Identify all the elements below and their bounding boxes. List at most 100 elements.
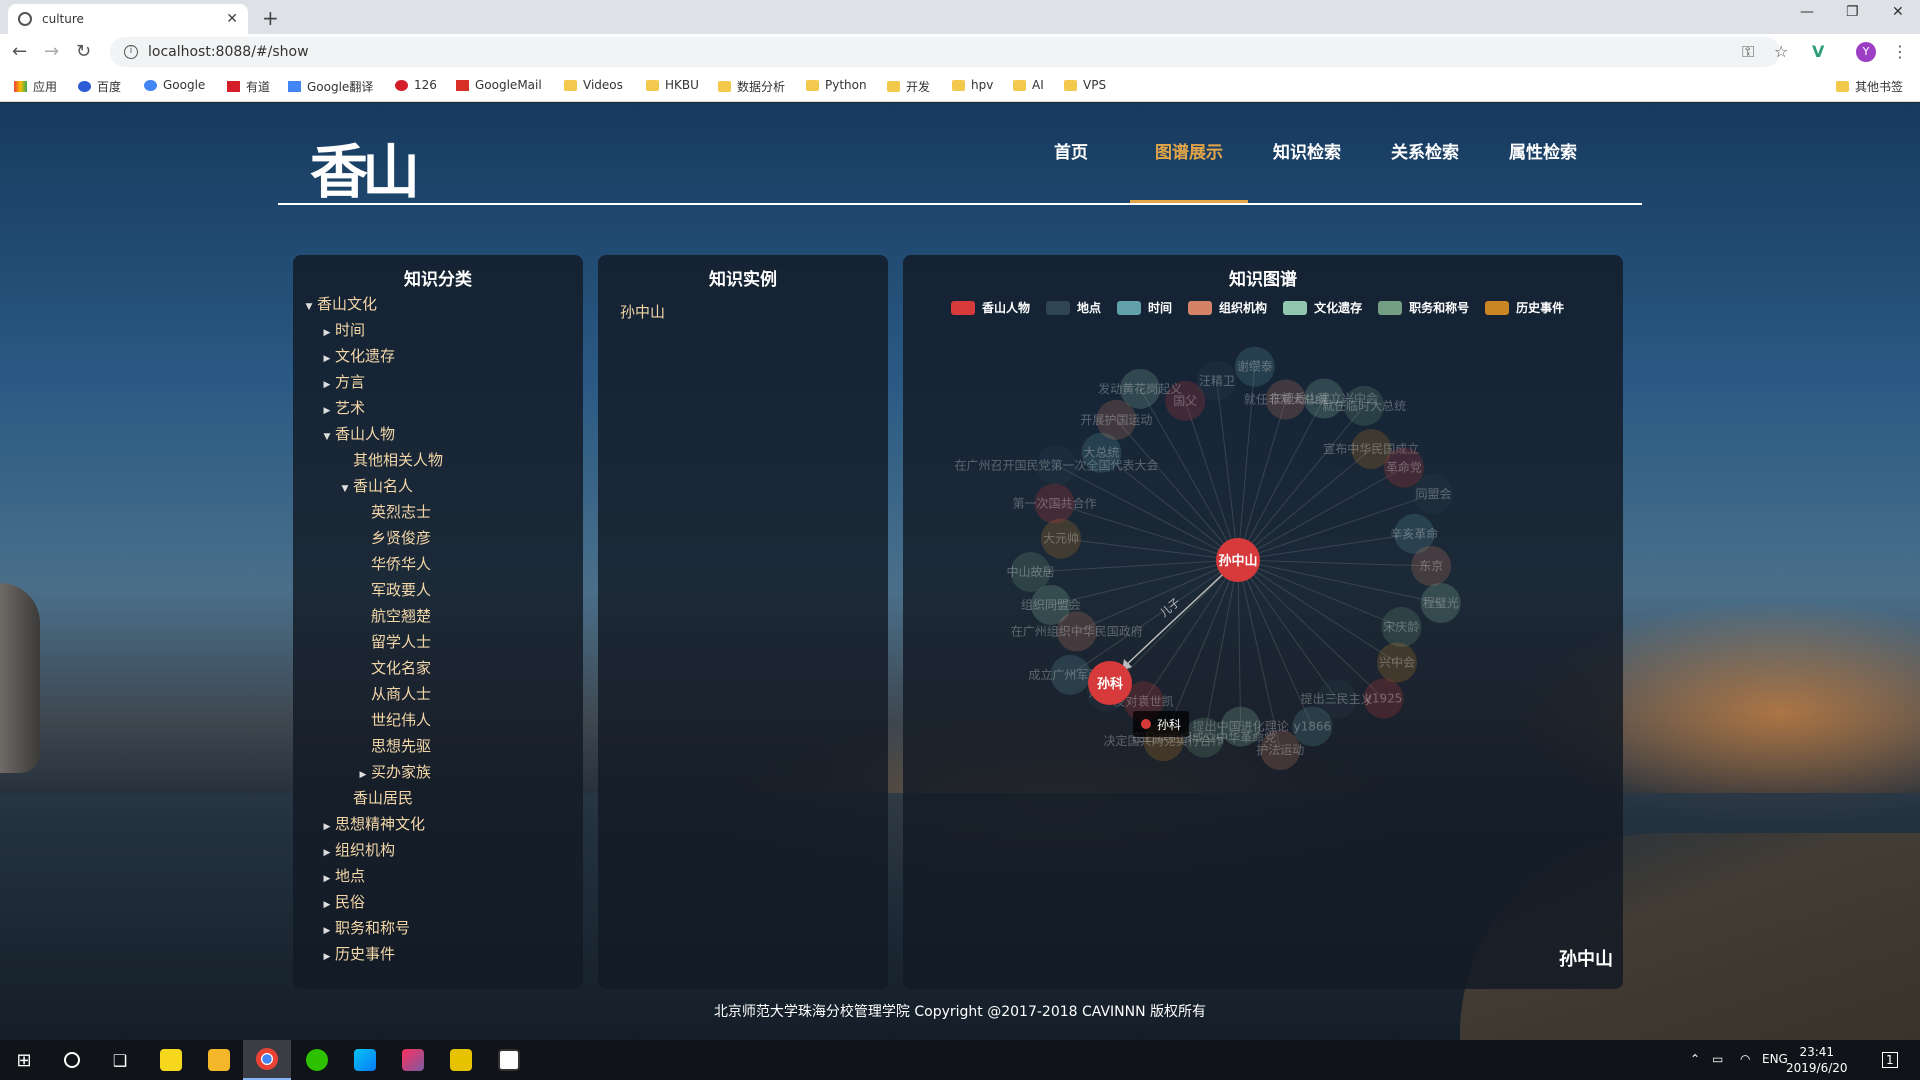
tree-node[interactable]: 军政要人 xyxy=(301,577,443,603)
bookmark-googlemail[interactable]: GoogleMail xyxy=(456,78,542,92)
legend-label: 文化遗存 xyxy=(1314,301,1363,315)
gmail-icon xyxy=(456,79,469,91)
legend-item[interactable]: 历史事件 xyxy=(1485,299,1564,316)
bookmark-ai[interactable]: AI xyxy=(1013,78,1044,92)
bookmark-data-analysis[interactable]: 数据分析 xyxy=(718,78,785,95)
nav-home[interactable]: 首页 xyxy=(1012,103,1130,203)
start-button[interactable]: ⊞ xyxy=(0,1040,48,1080)
bookmark-apps[interactable]: 应用 xyxy=(14,78,57,95)
taskbar-app[interactable] xyxy=(437,1040,485,1080)
menu-icon[interactable]: ⋮ xyxy=(1892,42,1908,61)
bookmark-google[interactable]: Google xyxy=(144,78,205,92)
tray-chevron-icon[interactable]: ⌃ xyxy=(1690,1052,1700,1066)
taskbar-photos[interactable] xyxy=(485,1040,533,1080)
bookmark-youdao[interactable]: 有道 xyxy=(227,78,270,95)
bookmark-videos[interactable]: Videos xyxy=(564,78,623,92)
notification-button[interactable]: 1 xyxy=(1882,1052,1898,1068)
address-bar[interactable]: i localhost:8088/#/show xyxy=(110,37,1780,67)
tree-node[interactable]: ▶ 历史事件 xyxy=(301,941,443,967)
tree-node[interactable]: ▶ 地点 xyxy=(301,863,443,889)
bookmark-other[interactable]: 其他书签 xyxy=(1836,78,1903,95)
back-button[interactable]: ← xyxy=(12,41,27,62)
nav-relation-search[interactable]: 关系检索 xyxy=(1366,103,1484,203)
system-clock[interactable]: 23:41 2019/6/20 xyxy=(1786,1044,1848,1076)
new-tab-button[interactable]: + xyxy=(262,6,279,30)
nav-graph[interactable]: 图谱展示 xyxy=(1130,103,1248,203)
tree-node-label: 艺术 xyxy=(335,399,366,417)
tree-node[interactable]: ▶ 方言 xyxy=(301,369,443,395)
taskbar-wechat[interactable] xyxy=(293,1040,341,1080)
tree-node[interactable]: 文化名家 xyxy=(301,655,443,681)
nav-knowledge-search[interactable]: 知识检索 xyxy=(1248,103,1366,203)
tree-node-label: 方言 xyxy=(335,373,366,391)
knowledge-graph[interactable]: 国父汪精卫谢缵泰就任非常大总统在檀香山建立兴中会就任临时大总统宣布中华民国成立革… xyxy=(903,345,1623,945)
tree-node[interactable]: 华侨华人 xyxy=(301,551,443,577)
bookmark-dev[interactable]: 开发 xyxy=(887,78,930,95)
ime-indicator[interactable]: ENG xyxy=(1762,1052,1788,1066)
vue-devtools-icon[interactable]: V xyxy=(1812,42,1824,61)
tree-node[interactable]: 乡贤俊彦 xyxy=(301,525,443,551)
taskbar-intellij[interactable] xyxy=(389,1040,437,1080)
bookmark-hkbu[interactable]: HKBU xyxy=(646,78,699,92)
tree-node[interactable]: ▶ 时间 xyxy=(301,317,443,343)
avatar[interactable]: Y xyxy=(1856,42,1876,62)
minimize-button[interactable]: — xyxy=(1800,4,1814,20)
reload-button[interactable]: ↻ xyxy=(76,41,91,62)
bookmark-hpv[interactable]: hpv xyxy=(952,78,993,92)
taskbar-explorer[interactable] xyxy=(195,1040,243,1080)
tree-node[interactable]: 思想先驱 xyxy=(301,733,443,759)
legend-item[interactable]: 组织机构 xyxy=(1188,299,1267,316)
tree-node[interactable]: ▼ 香山名人 xyxy=(301,473,443,499)
close-window-button[interactable]: ✕ xyxy=(1892,4,1904,20)
tree-node[interactable]: ▶ 思想精神文化 xyxy=(301,811,443,837)
tree-node[interactable]: 其他相关人物 xyxy=(301,447,443,473)
bookmark-126[interactable]: 126 xyxy=(395,78,437,92)
tree-node[interactable]: ▼ 香山文化 xyxy=(301,291,443,317)
tree-node[interactable]: 世纪伟人 xyxy=(301,707,443,733)
battery-icon[interactable]: ▭ xyxy=(1712,1052,1723,1066)
tree-node[interactable]: 留学人士 xyxy=(301,629,443,655)
wifi-icon[interactable]: ◠ xyxy=(1740,1052,1750,1066)
legend-item[interactable]: 职务和称号 xyxy=(1378,299,1469,316)
taskbar-sticky-notes[interactable] xyxy=(147,1040,195,1080)
tree-node[interactable]: 航空翘楚 xyxy=(301,603,443,629)
tree-node[interactable]: ▶ 买办家族 xyxy=(301,759,443,785)
tree-node[interactable]: ▼ 香山人物 xyxy=(301,421,443,447)
legend-item[interactable]: 时间 xyxy=(1117,299,1172,316)
tree-node[interactable]: ▶ 文化遗存 xyxy=(301,343,443,369)
site-logo[interactable]: 香山 xyxy=(310,125,420,209)
search-button[interactable] xyxy=(48,1040,96,1080)
tree-node[interactable]: ▶ 民俗 xyxy=(301,889,443,915)
tree-node[interactable]: ▶ 职务和称号 xyxy=(301,915,443,941)
bookmark-vps[interactable]: VPS xyxy=(1064,78,1106,92)
tree-node[interactable]: 英烈志士 xyxy=(301,499,443,525)
clock-date: 2019/6/20 xyxy=(1786,1061,1848,1075)
tree-node[interactable]: 从商人士 xyxy=(301,681,443,707)
bookmark-google-translate[interactable]: Google翻译 xyxy=(288,78,373,95)
caret-down-icon[interactable]: ▼ xyxy=(319,424,335,450)
caret-down-icon[interactable]: ▼ xyxy=(301,294,317,320)
info-icon[interactable]: i xyxy=(124,45,138,59)
tree-node[interactable]: ▶ 组织机构 xyxy=(301,837,443,863)
browser-tab[interactable]: culture ✕ xyxy=(8,4,248,34)
nav-attribute-search[interactable]: 属性检索 xyxy=(1484,103,1602,203)
caret-right-icon[interactable]: ▶ xyxy=(319,944,335,970)
taskbar-webstorm[interactable] xyxy=(341,1040,389,1080)
instance-item[interactable]: 孙中山 xyxy=(620,301,665,322)
tree-node[interactable]: ▶ 艺术 xyxy=(301,395,443,421)
key-icon[interactable]: ⚿ xyxy=(1742,42,1754,62)
forward-button[interactable]: → xyxy=(44,41,59,62)
legend-item[interactable]: 香山人物 xyxy=(951,299,1030,316)
legend-item[interactable]: 地点 xyxy=(1046,299,1101,316)
restore-button[interactable]: ❐ xyxy=(1846,4,1859,20)
tree-node[interactable]: 香山居民 xyxy=(301,785,443,811)
caret-down-icon[interactable]: ▼ xyxy=(337,476,353,502)
legend-item[interactable]: 文化遗存 xyxy=(1283,299,1362,316)
bookmark-baidu[interactable]: 百度 xyxy=(78,78,121,95)
taskbar-chrome[interactable] xyxy=(243,1040,291,1080)
close-tab-icon[interactable]: ✕ xyxy=(226,11,238,27)
bookmark-python[interactable]: Python xyxy=(806,78,867,92)
star-icon[interactable]: ☆ xyxy=(1774,42,1788,61)
task-view-button[interactable]: ❑ xyxy=(96,1040,144,1080)
tree-node-label: 世纪伟人 xyxy=(371,711,432,729)
